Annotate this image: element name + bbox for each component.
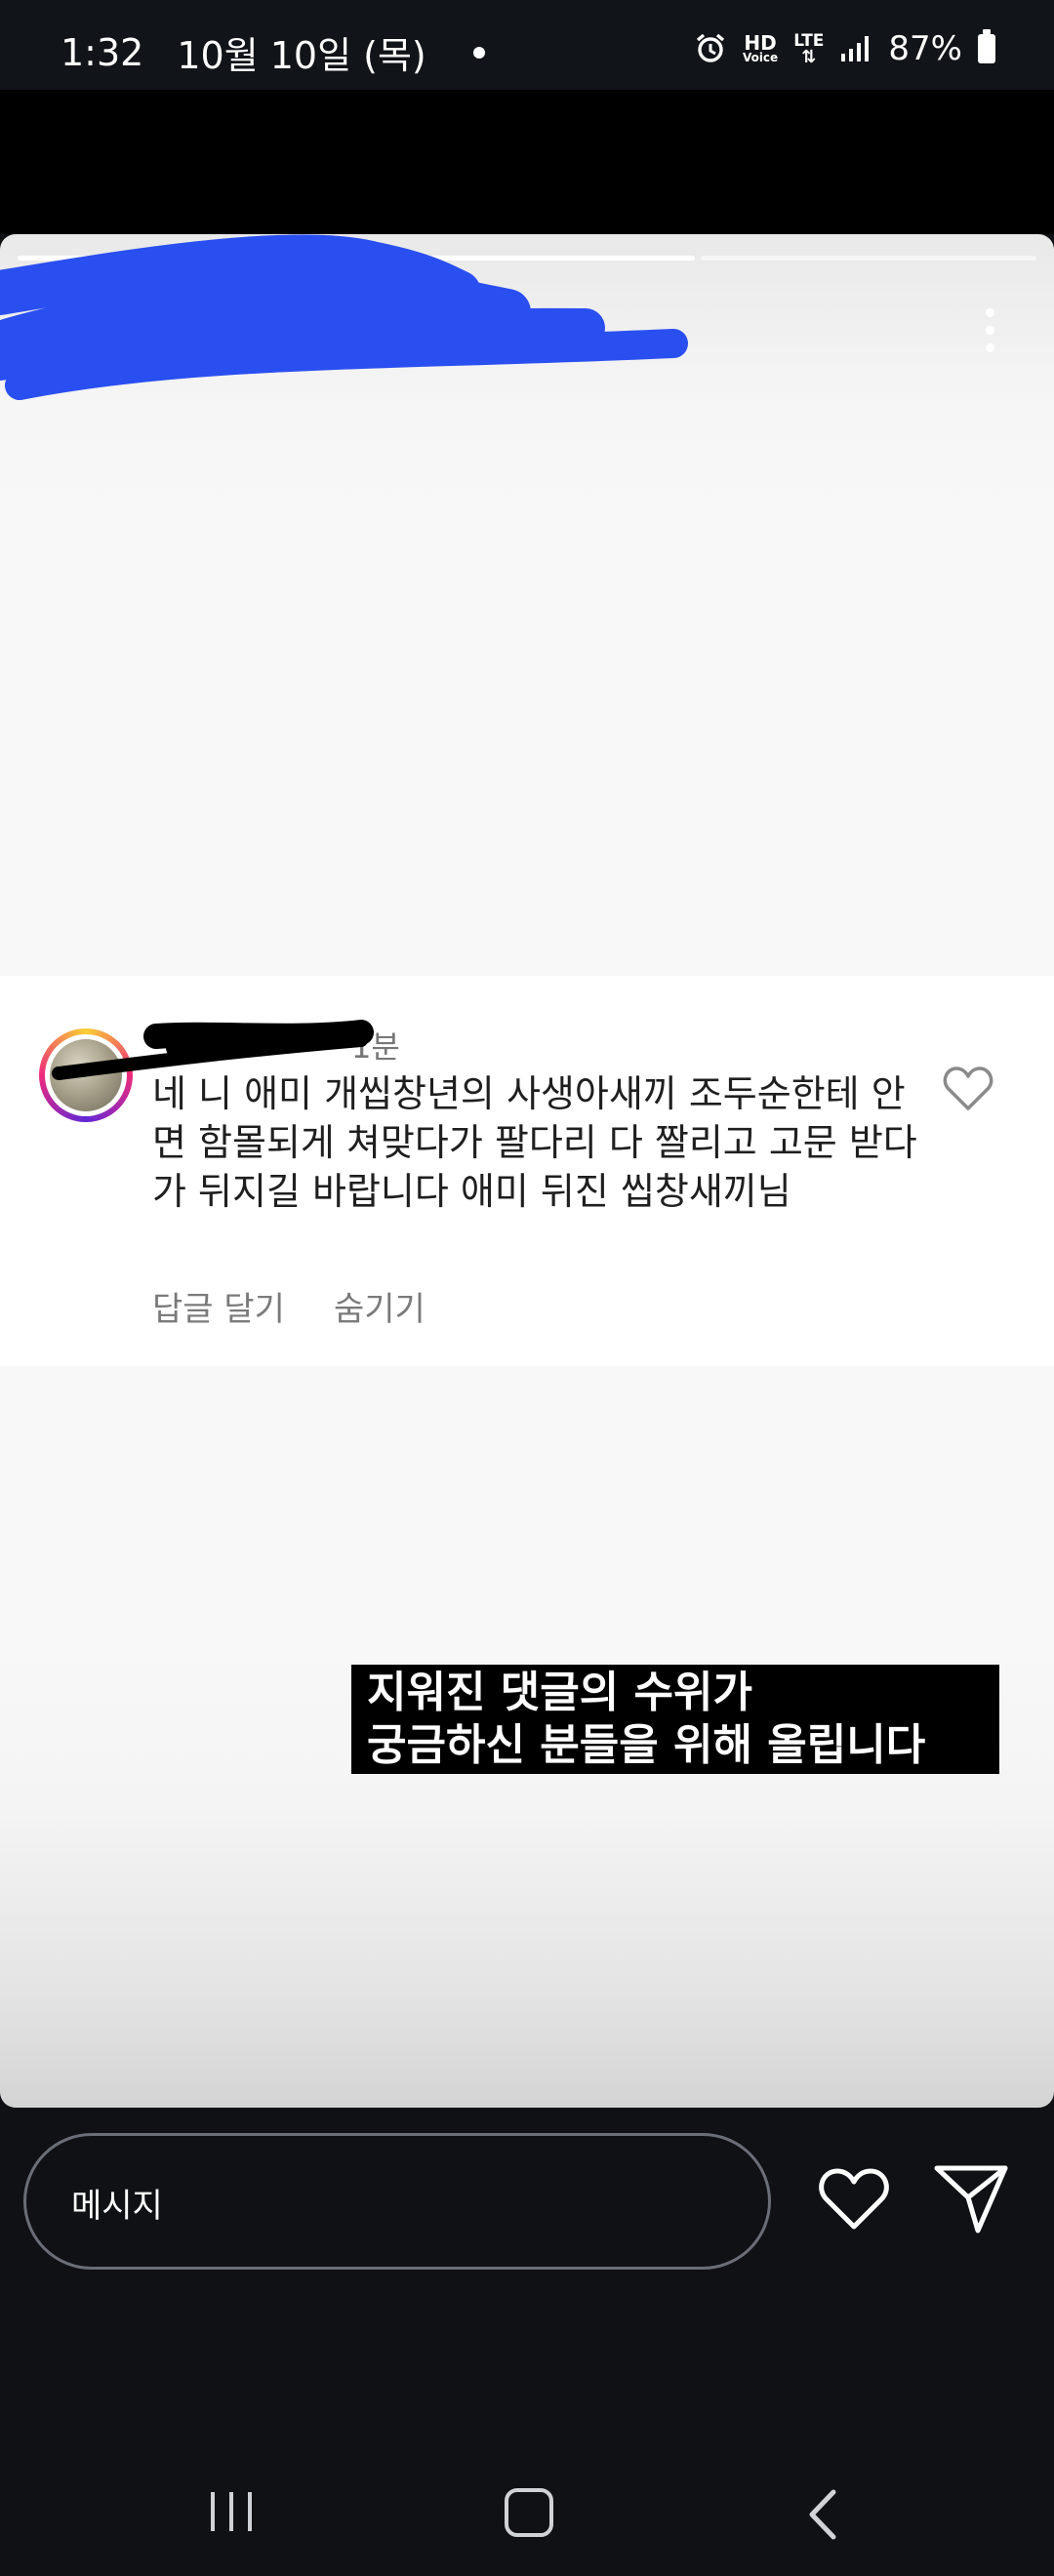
commenter-username[interactable]: — — —	[154, 1023, 267, 1060]
status-left: 1:32 10월 10일 (목)	[61, 25, 485, 79]
signal-icon	[841, 36, 870, 61]
voice-label: Voice	[742, 51, 779, 64]
lte-arrows: ⇅	[801, 46, 817, 67]
message-placeholder: 메시지	[71, 2187, 163, 2226]
alarm-icon	[696, 33, 725, 62]
lte-icon: LTE ⇅	[793, 32, 824, 67]
status-bar: 1:32 10월 10일 (목) HD Voice LTE ⇅ 87%	[0, 0, 1054, 90]
story-caption-overlay: 지워진 댓글의 수위가 궁금하신 분들을 위해 올립니다	[351, 1665, 999, 1774]
more-options-dot	[985, 326, 994, 335]
more-options-dot	[985, 343, 994, 352]
top-black-band	[0, 90, 1054, 234]
notification-dot-icon	[472, 46, 485, 59]
hd-label: HD	[744, 31, 777, 55]
comment-text: 네 니 애미 개씹창년의 사생아새끼 조두순한테 안면 함몰되게 쳐맞다가 팔다…	[152, 1072, 917, 1213]
more-options-dot	[985, 308, 994, 317]
recents-icon[interactable]	[207, 2490, 256, 2533]
more-options-icon[interactable]	[984, 308, 995, 352]
battery-icon	[978, 29, 995, 63]
heart-icon[interactable]	[818, 2166, 890, 2233]
like-heart-icon[interactable]	[943, 1066, 993, 1112]
reply-button[interactable]: 답글 달기	[152, 1282, 285, 1330]
send-icon[interactable]	[933, 2162, 1009, 2236]
hd-voice-badge: HD Voice	[742, 31, 779, 64]
message-input[interactable]: 메시지	[23, 2133, 771, 2270]
status-date: 10월 10일 (목)	[177, 34, 426, 77]
status-time: 1:32	[61, 30, 144, 74]
home-icon[interactable]	[505, 2488, 553, 2537]
commenter-avatar[interactable]	[39, 1028, 133, 1122]
comment-actions: 답글 달기 숨기기	[152, 1282, 426, 1330]
comment-time: 1분	[351, 1028, 400, 1066]
redaction-scribble-blue	[0, 234, 688, 400]
progress-segment	[701, 256, 1036, 261]
status-right: HD Voice LTE ⇅ 87%	[694, 29, 995, 68]
back-icon[interactable]	[804, 2488, 839, 2541]
commenter-avatar-photo	[50, 1039, 122, 1111]
battery-percent: 87%	[888, 29, 962, 68]
hide-button[interactable]: 숨기기	[334, 1282, 426, 1330]
